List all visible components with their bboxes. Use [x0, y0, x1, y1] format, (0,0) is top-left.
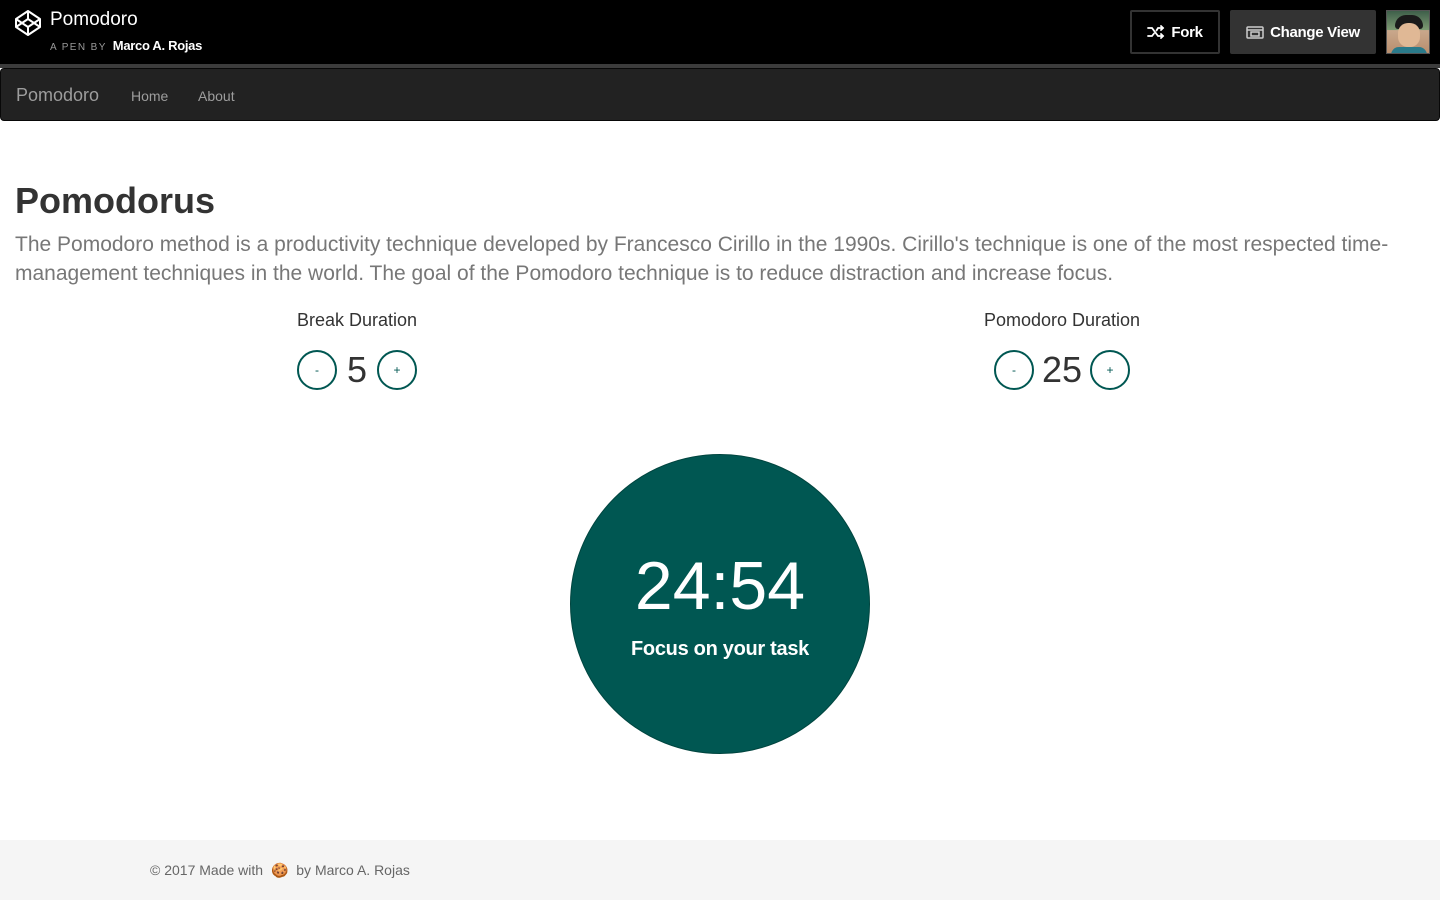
navbar-brand[interactable]: Pomodoro	[16, 85, 99, 106]
footer-credits: © 2017 Made with 🍪 by Marco A. Rojas	[150, 862, 410, 879]
break-decrease-button[interactable]: -	[297, 350, 337, 390]
pomodoro-duration-label: Pomodoro Duration	[983, 310, 1141, 330]
app-navbar: Pomodoro Home About	[0, 68, 1440, 121]
pomodoro-decrease-button[interactable]: -	[993, 350, 1034, 390]
byline-prefix: A PEN BY	[50, 42, 107, 53]
codepen-header: Pomodoro A PEN BY Marco A. Rojas Fork Ch…	[0, 0, 1440, 64]
break-duration-label: Break Duration	[296, 310, 418, 330]
pen-byline: A PEN BY Marco A. Rojas	[50, 38, 202, 53]
change-view-button[interactable]: Change View	[1230, 10, 1376, 54]
page-title: Pomodorus	[15, 180, 216, 221]
timer-status: Focus on your task	[631, 638, 809, 660]
break-duration-stepper: - 5 +	[257, 349, 457, 391]
codepen-logo-icon[interactable]	[14, 9, 42, 37]
user-avatar[interactable]	[1386, 10, 1430, 54]
change-view-icon	[1246, 26, 1264, 39]
fork-label: Fork	[1171, 23, 1203, 41]
footer-text-before: © 2017 Made with	[150, 862, 264, 878]
cookie-icon: 🍪	[270, 862, 289, 878]
change-view-label: Change View	[1270, 23, 1360, 41]
footer-text-after: by Marco A. Rojas	[296, 862, 410, 878]
break-increase-button[interactable]: +	[377, 350, 417, 390]
nav-link-home[interactable]: Home	[131, 88, 168, 104]
page-footer: © 2017 Made with 🍪 by Marco A. Rojas	[0, 840, 1440, 900]
break-duration-value: 5	[346, 349, 368, 390]
timer-circle[interactable]: 24:54 Focus on your task	[570, 454, 870, 754]
nav-link-about[interactable]: About	[198, 88, 235, 104]
pen-title: Pomodoro	[50, 9, 138, 30]
break-duration-control: Break Duration - 5 +	[257, 310, 457, 391]
pomodoro-increase-button[interactable]: +	[1090, 350, 1131, 390]
pen-author-link[interactable]: Marco A. Rojas	[113, 38, 203, 53]
pomodoro-duration-stepper: - 25 +	[952, 349, 1172, 391]
timer-time: 24:54	[634, 548, 806, 624]
fork-icon	[1147, 25, 1165, 39]
page-description: The Pomodoro method is a productivity te…	[15, 233, 1389, 285]
fork-button[interactable]: Fork	[1130, 10, 1220, 54]
pomodoro-duration-control: Pomodoro Duration - 25 +	[952, 310, 1172, 391]
pomodoro-duration-value: 25	[1041, 349, 1083, 390]
